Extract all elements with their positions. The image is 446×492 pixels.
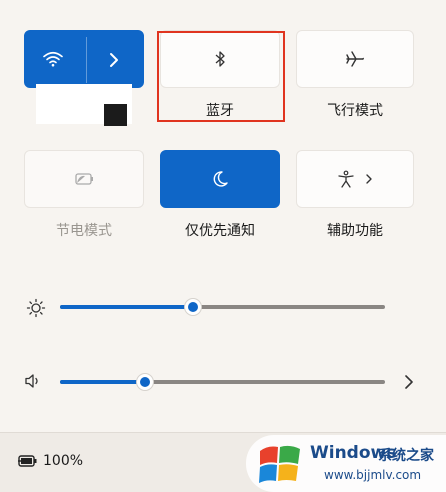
battery-saver-label: 节电模式 — [56, 223, 112, 239]
volume-slider-thumb[interactable] — [136, 373, 154, 391]
accessibility-tile[interactable] — [296, 150, 414, 208]
quick-settings-panel: 蓝牙 飞行模式 节电模式 仅优先通知 辅助功能 100% Windows 系统之… — [0, 0, 446, 492]
watermark: Windows 系统之家 www.bjjmlv.com — [246, 435, 446, 492]
wifi-split-divider — [86, 37, 87, 83]
focus-assist-label: 仅优先通知 — [185, 223, 255, 239]
bluetooth-highlight-frame — [157, 31, 285, 122]
airplane-mode-tile[interactable] — [296, 30, 414, 88]
brightness-slider-thumb[interactable] — [184, 298, 202, 316]
status-bar: 100% Windows 系统之家 www.bjjmlv.com — [0, 432, 446, 492]
accessibility-label: 辅助功能 — [327, 223, 383, 239]
redaction-block — [104, 104, 127, 126]
brightness-icon — [26, 298, 46, 318]
watermark-suffix: 系统之家 — [378, 448, 434, 464]
wifi-expand-chevron-icon[interactable] — [109, 52, 119, 68]
brightness-slider-fill — [60, 305, 193, 309]
battery-percentage: 100% — [43, 453, 84, 469]
accessibility-chevron-icon[interactable] — [365, 173, 373, 185]
accessibility-icon — [337, 170, 355, 188]
focus-assist-tile[interactable] — [160, 150, 280, 208]
volume-slider-fill — [60, 380, 145, 384]
wifi-toggle-tile[interactable] — [24, 30, 144, 88]
battery-saver-tile[interactable] — [24, 150, 144, 208]
windows-logo-icon — [258, 443, 302, 485]
speaker-icon — [24, 373, 42, 389]
airplane-mode-label: 飞行模式 — [327, 103, 383, 119]
moon-icon — [211, 170, 229, 188]
battery-charging-icon[interactable] — [18, 454, 38, 468]
audio-output-chevron-icon[interactable] — [404, 374, 414, 390]
airplane-icon — [345, 50, 365, 68]
battery-saver-icon — [73, 172, 95, 186]
wifi-icon — [43, 51, 63, 67]
watermark-url: www.bjjmlv.com — [324, 468, 422, 482]
